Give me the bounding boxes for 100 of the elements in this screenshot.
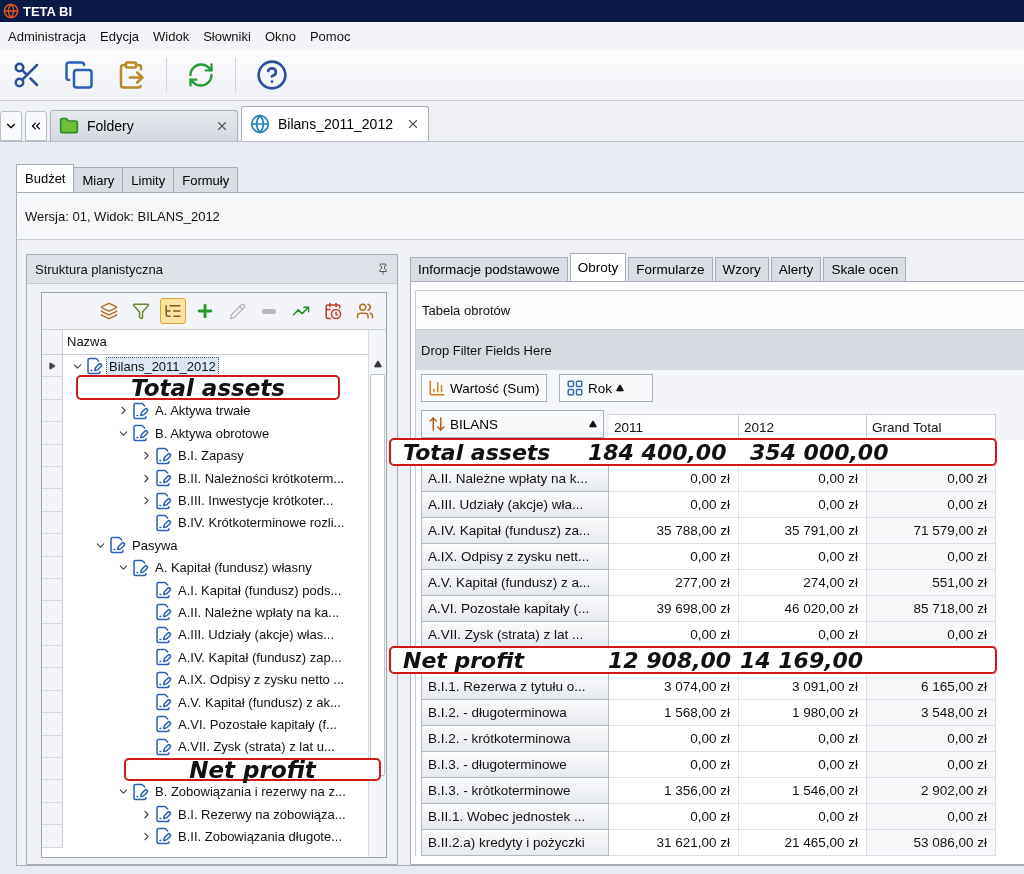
table-cell: 0,00 zł [609, 544, 739, 570]
table-cell: 1 980,00 zł [739, 700, 867, 726]
menu-item[interactable]: Edycja [94, 26, 146, 46]
tree-item[interactable]: B. Zobowiązania i rezerwy na z... [152, 782, 349, 802]
row-field-button[interactable]: BILANS [421, 410, 604, 438]
globe-icon [250, 114, 270, 134]
tree-item[interactable]: A.IV. Kapitał (fundusz) zap... [175, 647, 345, 667]
document-tab[interactable]: Foldery [50, 110, 238, 141]
tree-item[interactable]: A. Kapitał (fundusz) własny [152, 558, 315, 578]
tree-item[interactable]: A.V. Kapitał (fundusz) z ak... [175, 692, 344, 712]
document-icon [108, 536, 126, 555]
detail-tab[interactable]: Alerty [770, 257, 822, 281]
tree-item[interactable]: B.I. Zapasy [175, 446, 247, 466]
close-icon[interactable] [406, 117, 420, 131]
annotation-callout: Net profit [124, 758, 381, 782]
pin-icon[interactable] [377, 263, 389, 275]
detail-tab[interactable]: Formularze [628, 257, 713, 281]
panel-title: Struktura planistyczna [35, 261, 163, 277]
tree-item[interactable]: A.VII. Zysk (strata) z lat u... [175, 737, 338, 757]
tree-item[interactable]: B. Aktywa obrotowe [152, 423, 273, 443]
detail-tab[interactable]: Informacje podstawowe [410, 257, 568, 281]
refresh-icon [187, 61, 215, 89]
tree-item[interactable]: B.III. Inwestycje krótkoter... [175, 491, 337, 511]
menu-item[interactable]: Widok [147, 26, 196, 46]
table-cell: 551,00 zł [867, 570, 996, 596]
row-header: B.II.2.a) kredyty i pożyczki [421, 830, 609, 856]
row-header: B.I.3. - krótkoterminowe [421, 778, 609, 804]
column-field-button[interactable]: Rok [559, 374, 653, 402]
copy-icon [64, 60, 94, 90]
double-chevron-icon [29, 119, 43, 133]
sort-up-icon [589, 420, 597, 428]
calendar-icon [324, 302, 342, 320]
tree-item[interactable]: A.II. Należne wpłaty na ka... [175, 603, 343, 622]
dropdown-button[interactable] [0, 111, 22, 141]
sort-up-icon [616, 384, 624, 392]
menu-item[interactable]: Słowniki [197, 26, 257, 46]
detail-tab[interactable]: Wzory [714, 257, 769, 281]
table-cell: 71 579,00 zł [867, 518, 996, 544]
copy-button[interactable] [62, 58, 96, 92]
tree-item[interactable]: B.II. Zobowiązania długote... [175, 826, 346, 846]
view-tab[interactable]: Miary [73, 167, 124, 192]
arrows-icon [428, 415, 446, 433]
close-icon[interactable] [215, 119, 229, 133]
tree-item[interactable]: A. Aktywa trwałe [152, 401, 254, 421]
menu-item[interactable]: Okno [258, 26, 302, 46]
table-cell: 3 548,00 zł [867, 700, 996, 726]
document-icon [154, 603, 172, 622]
table-cell: 3 091,00 zł [739, 674, 867, 700]
bar-chart-icon [428, 379, 446, 397]
tree-list-icon [164, 302, 182, 320]
document-icon [154, 737, 172, 756]
view-tab[interactable]: Formuły [173, 167, 239, 192]
column-header: 2012 [739, 414, 867, 440]
tree-item[interactable]: Bilans_2011_2012 [106, 356, 219, 376]
tree-item[interactable]: B.II. Należności krótkoterm... [175, 468, 348, 488]
help-button[interactable] [254, 57, 290, 93]
detail-tab[interactable]: Obroty [569, 253, 627, 281]
table-cell: 274,00 zł [739, 570, 867, 596]
table-cell: 0,00 zł [867, 492, 996, 518]
table-cell: 85 718,00 zł [867, 596, 996, 622]
document-icon [154, 446, 172, 465]
table-cell: 0,00 zł [609, 726, 739, 752]
row-header: B.II.1. Wobec jednostek ... [421, 804, 609, 830]
table-cell: 1 546,00 zł [739, 778, 867, 804]
table-cell: 0,00 zł [609, 492, 739, 518]
menu-item[interactable]: Administracja [2, 26, 93, 46]
tree-item[interactable]: A.IX. Odpisy z zysku netto ... [175, 670, 348, 690]
row-header: B.I.2. - długoterminowa [421, 700, 609, 726]
detail-tab[interactable]: Skale ocen [823, 257, 907, 281]
table-cell: 3 074,00 zł [609, 674, 739, 700]
tree-item[interactable]: B.IV. Krótkoterminowe rozli... [175, 513, 348, 533]
table-cell: 46 020,00 zł [739, 596, 867, 622]
table-cell: 0,00 zł [867, 466, 996, 492]
document-icon [154, 670, 172, 689]
row-header: A.V. Kapitał (fundusz) z a... [421, 570, 609, 596]
view-tab[interactable]: Limity [122, 167, 175, 192]
table-cell: 35 788,00 zł [609, 518, 739, 544]
app-logo-icon [3, 3, 19, 19]
tree-item[interactable]: A.III. Udziały (akcje) włas... [175, 625, 338, 645]
view-tab[interactable]: Budżet [16, 164, 75, 192]
users-icon [356, 302, 374, 320]
tree-item[interactable]: A.I. Kapitał (fundusz) pods... [175, 580, 345, 600]
table-cell: 21 465,00 zł [739, 830, 867, 856]
row-header: A.III. Udziały (akcje) wła... [421, 492, 609, 518]
tree-view-button[interactable] [160, 298, 186, 324]
data-field-button[interactable]: Wartość (Sum) [421, 374, 547, 402]
table-cell: 0,00 zł [867, 752, 996, 778]
document-tab[interactable]: Bilans_2011_2012 [241, 106, 429, 141]
tree-item[interactable]: B.I. Rezerwy na zobowiąza... [175, 804, 349, 824]
scroll-left-button[interactable] [25, 111, 47, 141]
table-cell: 0,00 zł [867, 804, 996, 830]
minus-icon [262, 308, 276, 314]
scroll-thumb[interactable] [370, 374, 385, 776]
scroll-up-icon[interactable] [373, 360, 382, 368]
pencil-icon [228, 302, 246, 320]
tree-item[interactable]: A.VI. Pozostałe kapitały (f... [175, 714, 340, 734]
filter-icon [132, 302, 150, 320]
tree-item[interactable]: Pasywa [129, 535, 181, 555]
column-header: 2011 [609, 414, 739, 440]
menu-item[interactable]: Pomoc [303, 26, 357, 46]
